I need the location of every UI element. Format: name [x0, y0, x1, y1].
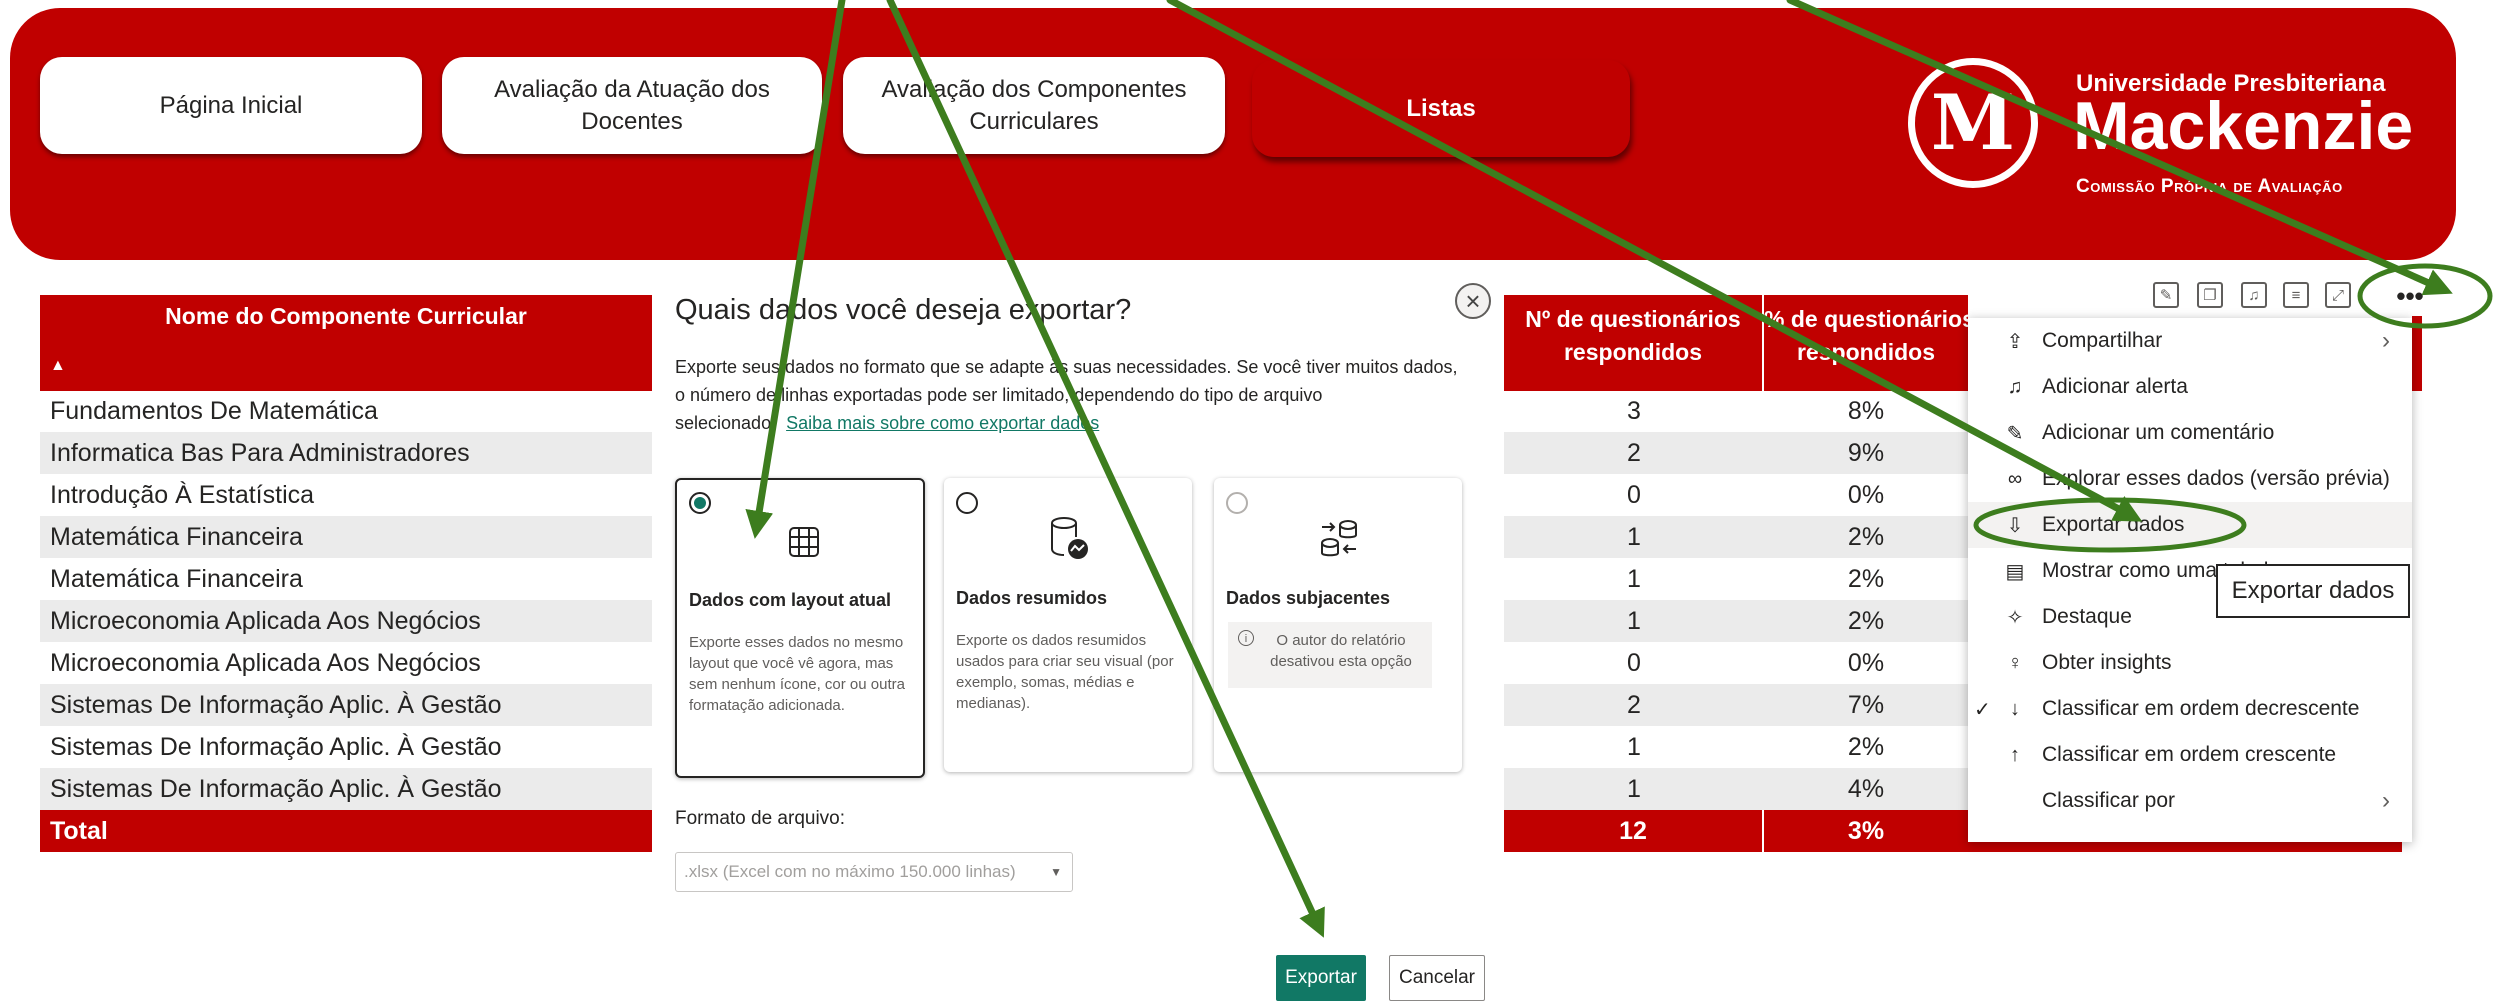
annotation-circle-more-options [2357, 263, 2493, 329]
annotation-arrow-to-menu-item [1166, 0, 2143, 522]
annotation-arrow-to-more-options [1786, 0, 2453, 296]
annotation-overlay [745, 0, 2493, 938]
annotation-arrow-to-card [745, 0, 846, 539]
annotation-arrow-to-export-button [886, 0, 1325, 938]
